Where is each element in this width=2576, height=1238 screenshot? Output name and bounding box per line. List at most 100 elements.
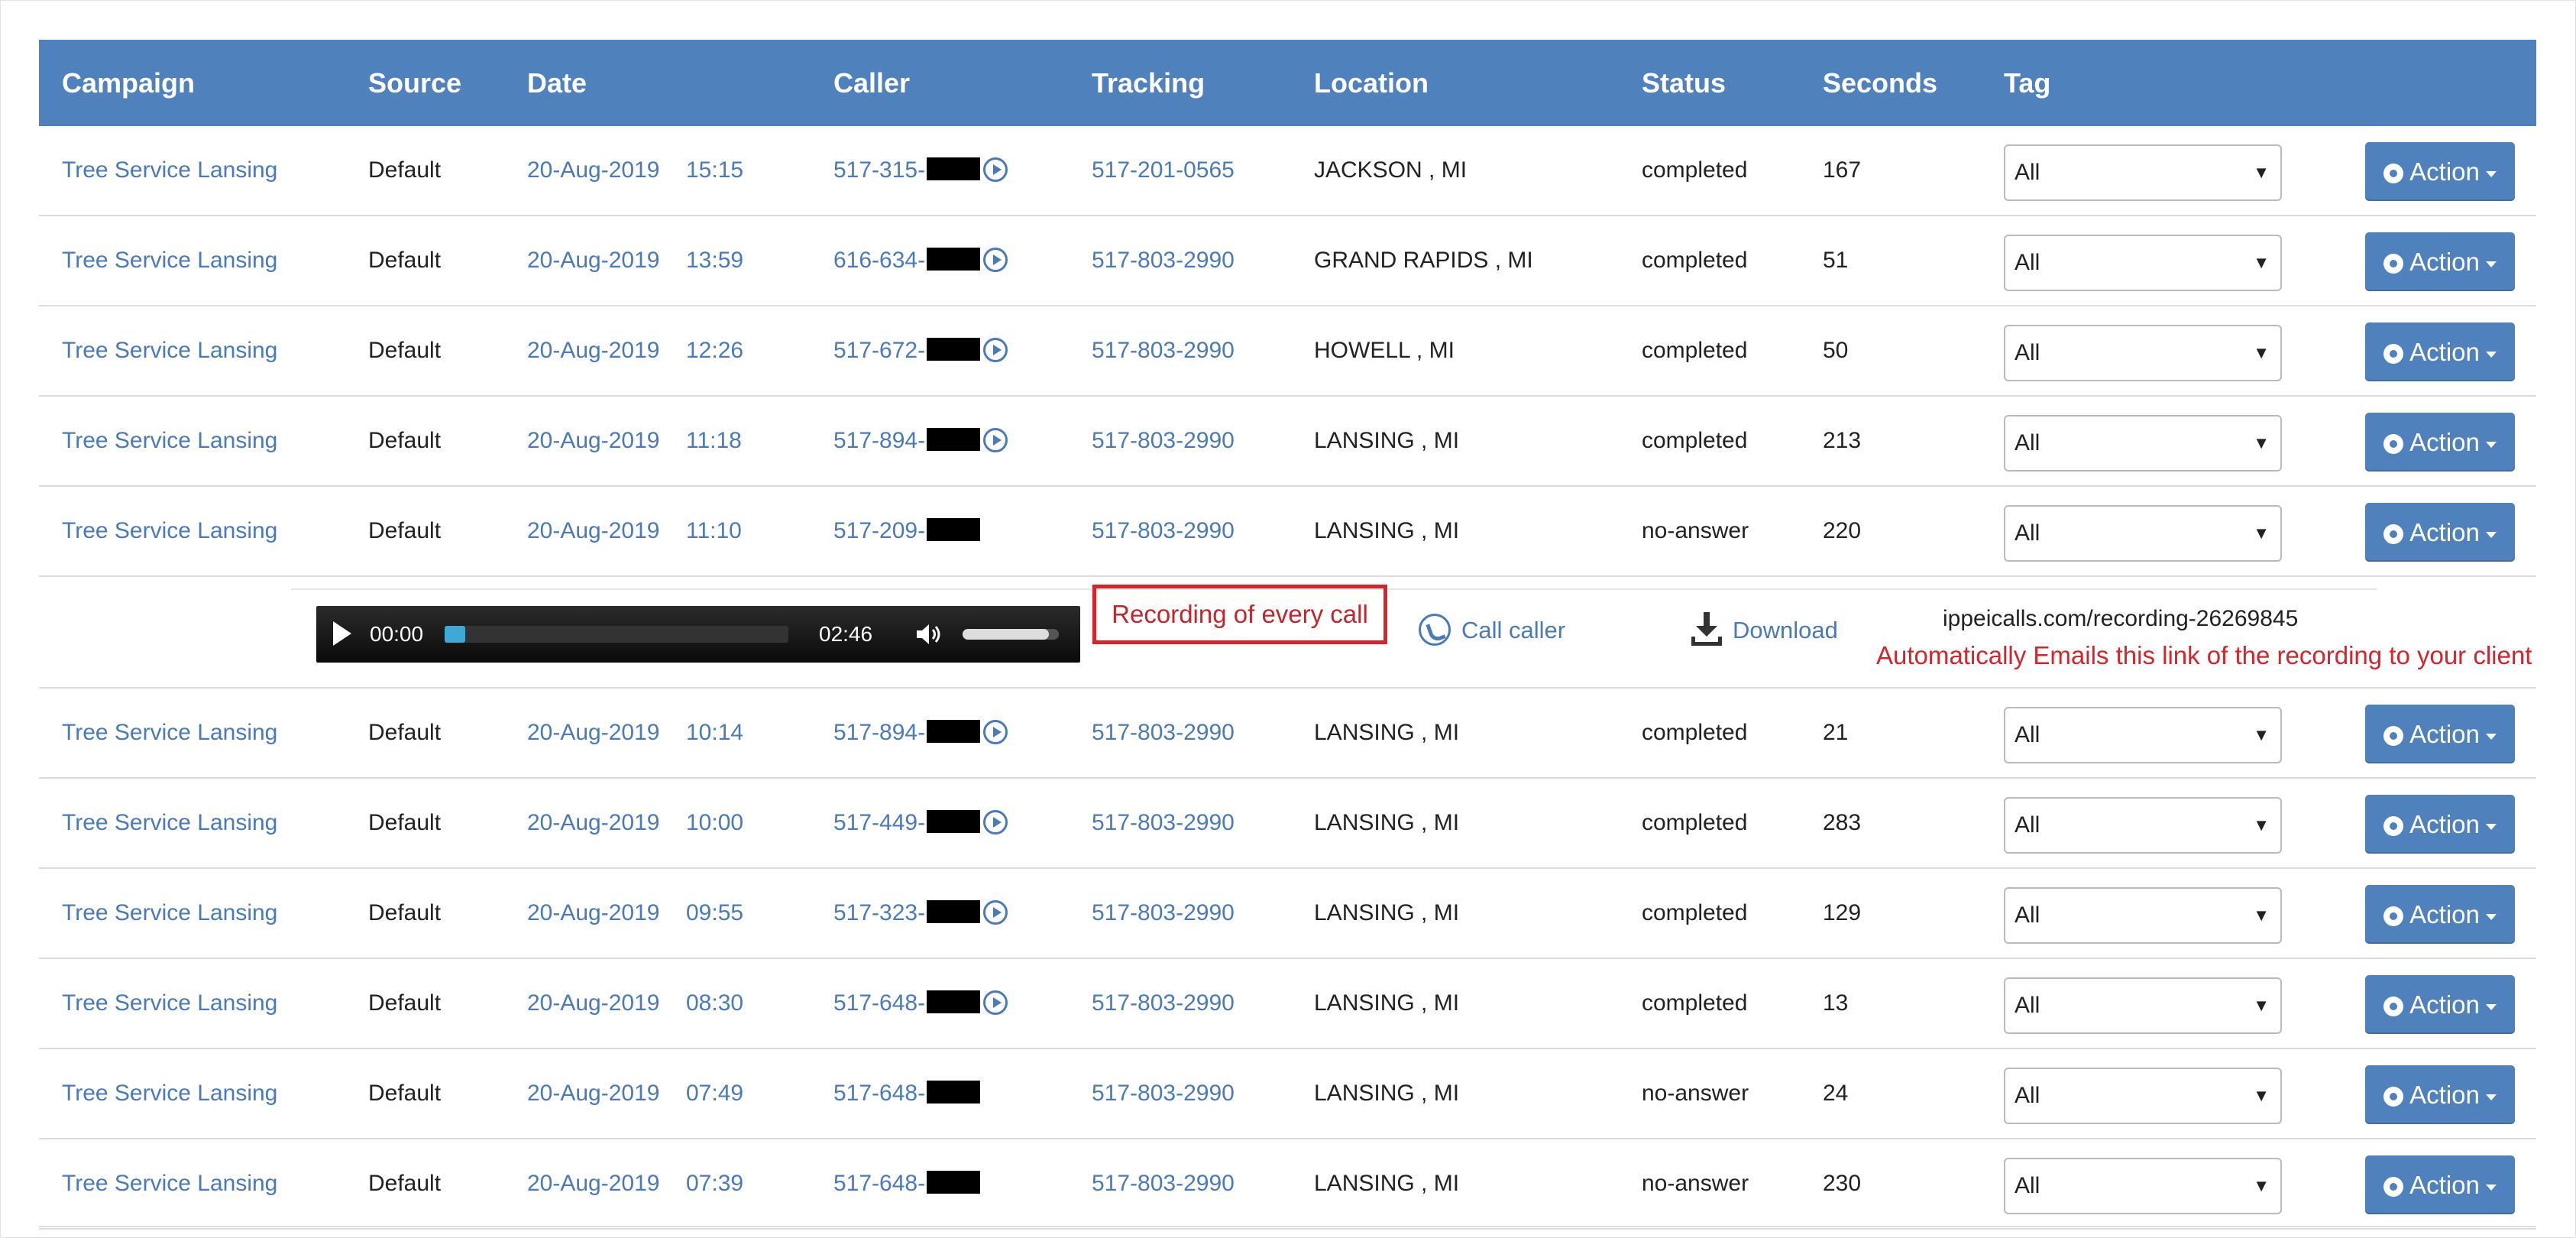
caller-link[interactable]: 517-449- — [833, 779, 1008, 867]
date-link[interactable]: 20-Aug-2019 — [527, 1139, 659, 1228]
caller-link[interactable]: 517-323- — [833, 869, 1008, 958]
call-caller-link[interactable]: Call caller — [1419, 608, 1565, 653]
campaign-link[interactable]: Tree Service Lansing — [62, 1139, 277, 1228]
header-source[interactable]: Source — [368, 40, 461, 126]
tracking-link[interactable]: 517-803-2990 — [1092, 1049, 1235, 1138]
play-recording-icon[interactable] — [983, 428, 1008, 452]
tracking-link[interactable]: 517-803-2990 — [1092, 306, 1235, 395]
time-link[interactable]: 08:30 — [686, 959, 743, 1048]
caller-link[interactable]: 517-672- — [833, 306, 1008, 395]
header-status[interactable]: Status — [1642, 40, 1726, 126]
tracking-link[interactable]: 517-201-0565 — [1092, 126, 1235, 215]
tag-select[interactable]: All ▼ — [2004, 797, 2282, 854]
tag-select[interactable]: All ▼ — [2004, 707, 2282, 763]
date-link[interactable]: 20-Aug-2019 — [527, 959, 659, 1048]
tag-select[interactable]: All ▼ — [2004, 235, 2282, 291]
tracking-link[interactable]: 517-803-2990 — [1092, 779, 1235, 867]
date-link[interactable]: 20-Aug-2019 — [527, 869, 659, 958]
tracking-link[interactable]: 517-803-2990 — [1092, 216, 1235, 305]
date-link[interactable]: 20-Aug-2019 — [527, 126, 659, 215]
header-campaign[interactable]: Campaign — [62, 40, 195, 126]
header-tracking[interactable]: Tracking — [1092, 40, 1205, 126]
header-caller[interactable]: Caller — [833, 40, 910, 126]
campaign-link[interactable]: Tree Service Lansing — [62, 126, 277, 215]
time-link[interactable]: 11:18 — [686, 397, 742, 485]
caller-link[interactable]: 517-315- — [833, 126, 1008, 215]
action-button[interactable]: Action — [2365, 322, 2515, 381]
tracking-link[interactable]: 517-803-2990 — [1092, 869, 1235, 958]
tag-select[interactable]: All ▼ — [2004, 887, 2282, 944]
caller-link[interactable]: 517-648- — [833, 1049, 981, 1138]
date-link[interactable]: 20-Aug-2019 — [527, 779, 659, 867]
campaign-link[interactable]: Tree Service Lansing — [62, 1049, 277, 1138]
tag-select[interactable]: All ▼ — [2004, 1068, 2282, 1124]
campaign-link[interactable]: Tree Service Lansing — [62, 779, 277, 867]
tag-select[interactable]: All ▼ — [2004, 144, 2282, 201]
play-recording-icon[interactable] — [983, 248, 1008, 272]
date-link[interactable]: 20-Aug-2019 — [527, 689, 659, 777]
audio-progress-track[interactable] — [445, 626, 788, 643]
caller-link[interactable]: 517-894- — [833, 397, 1008, 485]
campaign-link[interactable]: Tree Service Lansing — [62, 397, 277, 485]
tag-select[interactable]: All ▼ — [2004, 325, 2282, 381]
campaign-link[interactable]: Tree Service Lansing — [62, 689, 277, 777]
action-button[interactable]: Action — [2365, 232, 2515, 291]
tag-select[interactable]: All ▼ — [2004, 505, 2282, 562]
action-button[interactable]: Action — [2365, 503, 2515, 562]
header-location[interactable]: Location — [1314, 40, 1429, 126]
play-recording-icon[interactable] — [983, 338, 1008, 362]
time-link[interactable]: 09:55 — [686, 869, 743, 958]
action-button[interactable]: Action — [2365, 413, 2515, 472]
action-button[interactable]: Action — [2365, 705, 2515, 763]
date-link[interactable]: 20-Aug-2019 — [527, 397, 659, 485]
time-link[interactable]: 10:00 — [686, 779, 743, 867]
action-button[interactable]: Action — [2365, 975, 2515, 1034]
caller-link[interactable]: 616-634- — [833, 216, 1008, 305]
time-link[interactable]: 10:14 — [686, 689, 743, 777]
action-button[interactable]: Action — [2365, 1155, 2515, 1214]
caller-link[interactable]: 517-209- — [833, 487, 981, 575]
audio-play-icon[interactable] — [333, 621, 351, 646]
action-button[interactable]: Action — [2365, 142, 2515, 201]
tracking-link[interactable]: 517-803-2990 — [1092, 487, 1235, 575]
date-link[interactable]: 20-Aug-2019 — [527, 1049, 659, 1138]
time-link[interactable]: 11:10 — [686, 487, 742, 575]
tag-select[interactable]: All ▼ — [2004, 977, 2282, 1034]
action-button[interactable]: Action — [2365, 1065, 2515, 1124]
time-link[interactable]: 07:39 — [686, 1139, 743, 1228]
date-link[interactable]: 20-Aug-2019 — [527, 216, 659, 305]
campaign-link[interactable]: Tree Service Lansing — [62, 869, 277, 958]
date-link[interactable]: 20-Aug-2019 — [527, 306, 659, 395]
header-tag[interactable]: Tag — [2004, 40, 2050, 126]
tag-select[interactable]: All ▼ — [2004, 415, 2282, 472]
time-link[interactable]: 15:15 — [686, 126, 743, 215]
header-date[interactable]: Date — [527, 40, 587, 126]
tracking-link[interactable]: 517-803-2990 — [1092, 959, 1235, 1048]
action-button[interactable]: Action — [2365, 885, 2515, 944]
play-recording-icon[interactable] — [983, 720, 1008, 744]
volume-icon[interactable] — [915, 623, 941, 646]
time-link[interactable]: 12:26 — [686, 306, 743, 395]
tag-select[interactable]: All ▼ — [2004, 1158, 2282, 1214]
download-link[interactable]: Download — [1691, 608, 1838, 653]
action-button[interactable]: Action — [2365, 795, 2515, 854]
caller-link[interactable]: 517-648- — [833, 959, 1008, 1048]
time-link[interactable]: 07:49 — [686, 1049, 743, 1138]
tracking-link[interactable]: 517-803-2990 — [1092, 1139, 1235, 1228]
campaign-link[interactable]: Tree Service Lansing — [62, 487, 277, 575]
campaign-link[interactable]: Tree Service Lansing — [62, 216, 277, 305]
header-seconds[interactable]: Seconds — [1823, 40, 1937, 126]
play-recording-icon[interactable] — [983, 810, 1008, 835]
date-link[interactable]: 20-Aug-2019 — [527, 487, 659, 575]
caller-link[interactable]: 517-648- — [833, 1139, 981, 1228]
campaign-link[interactable]: Tree Service Lansing — [62, 306, 277, 395]
time-link[interactable]: 13:59 — [686, 216, 743, 305]
play-recording-icon[interactable] — [983, 900, 1008, 925]
campaign-link[interactable]: Tree Service Lansing — [62, 959, 277, 1048]
tracking-link[interactable]: 517-803-2990 — [1092, 689, 1235, 777]
play-recording-icon[interactable] — [983, 157, 1008, 182]
tracking-link[interactable]: 517-803-2990 — [1092, 397, 1235, 485]
caller-link[interactable]: 517-894- — [833, 689, 1008, 777]
volume-slider[interactable] — [963, 629, 1059, 640]
play-recording-icon[interactable] — [983, 990, 1008, 1015]
